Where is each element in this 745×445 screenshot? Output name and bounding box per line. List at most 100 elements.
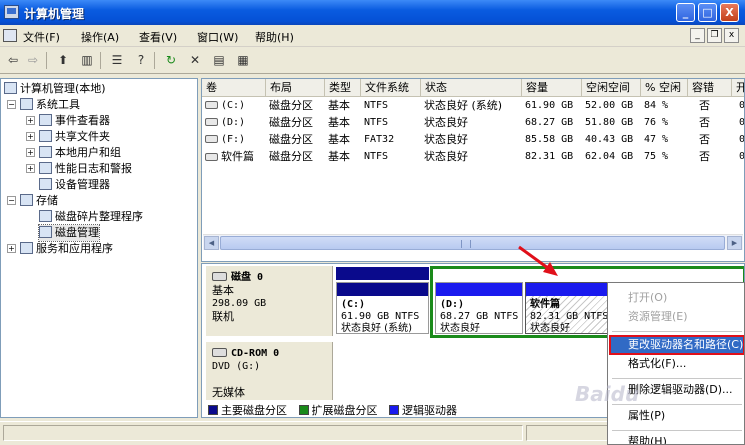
status-pane (3, 425, 523, 441)
toolbar: ⇦ ⇨ ⬆ ▥ ☰ ? ↻ ✕ ▤ ▦ (0, 48, 745, 74)
title-bar[interactable]: 计算机管理 _ □ X (0, 0, 745, 25)
up-folder-icon[interactable]: ⬆ (54, 51, 72, 70)
cell-free: 52.00 GB (585, 100, 634, 111)
menu-item-open[interactable]: 打开(O) (610, 289, 744, 307)
tree-item-system-tools[interactable]: 系统工具 (20, 97, 80, 113)
cell-fault-tolerance: 否 (699, 150, 710, 163)
legend-swatch-primary (208, 405, 218, 415)
collapse-toggle[interactable]: − (7, 100, 16, 109)
menu-action[interactable]: 操作(A) (81, 29, 119, 45)
cell-status: 状态良好 (系统) (424, 99, 503, 112)
expand-toggle[interactable]: + (7, 244, 16, 253)
table-row[interactable]: 软件篇 磁盘分区 基本 NTFS 状态良好 82.31 GB 62.04 GB … (202, 149, 745, 166)
column-header-percent-free[interactable]: % 空闲 (641, 79, 688, 97)
menu-view[interactable]: 查看(V) (139, 29, 177, 45)
child-close-button[interactable]: x (724, 28, 739, 43)
column-header-filesystem[interactable]: 文件系统 (361, 79, 421, 97)
refresh-icon[interactable]: ↻ (162, 51, 180, 70)
table-row[interactable]: (D:) 磁盘分区 基本 NTFS 状态良好 68.27 GB 51.80 GB… (202, 115, 744, 132)
legend-swatch-extended (298, 405, 309, 415)
help-icon[interactable]: ? (132, 51, 150, 70)
cdrom-icon (212, 348, 227, 357)
horizontal-scrollbar[interactable]: ◀ ▶ (203, 234, 743, 250)
tree-item-defrag[interactable]: 磁盘碎片整理程序 (39, 209, 143, 225)
cell-type: 基本 (328, 150, 350, 163)
column-header-layout[interactable]: 布局 (266, 79, 325, 97)
properties-icon[interactable]: ☰ (108, 51, 126, 70)
expand-toggle[interactable]: + (26, 164, 35, 173)
collapse-toggle[interactable]: − (7, 196, 16, 205)
child-restore-button[interactable]: ❐ (707, 28, 722, 43)
forward-arrow-icon[interactable]: ⇨ (24, 51, 42, 70)
partition-d[interactable]: (D:) 68.27 GB NTFS 状态良好 (435, 282, 523, 334)
cell-type: 基本 (328, 116, 350, 129)
column-header-overhead[interactable]: 开 (732, 79, 744, 97)
toolbar-separator (154, 52, 155, 69)
child-minimize-button[interactable]: _ (690, 28, 705, 43)
cell-type: 基本 (328, 133, 350, 146)
column-header-volume[interactable]: 卷 (202, 79, 266, 97)
partition-label: 软件篇 (530, 299, 560, 310)
volume-list-header: 卷 布局 类型 文件系统 状态 容量 空闲空间 % 空闲 容错 开 (202, 79, 744, 97)
volume-icon (205, 118, 218, 126)
tree-item-local-users[interactable]: 本地用户和组 (39, 145, 121, 161)
console-icon[interactable] (3, 29, 17, 42)
export-icon[interactable]: ▦ (234, 51, 252, 70)
scroll-left-icon[interactable]: ◀ (204, 236, 219, 250)
column-header-free[interactable]: 空闲空间 (582, 79, 641, 97)
menu-help[interactable]: 帮助(H) (255, 29, 294, 45)
tree-item-shared-folders[interactable]: 共享文件夹 (39, 129, 110, 145)
partition-status: 状态良好 (530, 323, 570, 334)
cell-layout: 磁盘分区 (269, 133, 313, 146)
scroll-right-icon[interactable]: ▶ (727, 236, 742, 250)
column-header-fault-tolerance[interactable]: 容错 (688, 79, 732, 97)
menu-item-help[interactable]: 帮助(H) (610, 433, 744, 444)
tree-item-storage[interactable]: 存储 (20, 193, 58, 209)
partition-status: 状态良好 (440, 323, 480, 334)
column-header-status[interactable]: 状态 (421, 79, 522, 97)
maximize-button[interactable]: □ (698, 3, 717, 22)
menu-window[interactable]: 窗口(W) (197, 29, 238, 45)
context-menu: 打开(O) 资源管理(E) 更改驱动器名和路径(C)... 格式化(F)... … (607, 282, 745, 445)
expand-toggle[interactable]: + (26, 116, 35, 125)
partition-info: (C:) 61.90 GB NTFS 状态良好 (系统) (341, 299, 419, 333)
minimize-button[interactable]: _ (676, 3, 695, 22)
cell-volume: (C:) (202, 98, 266, 115)
back-arrow-icon[interactable]: ⇦ (4, 51, 22, 70)
tree-item-root[interactable]: 计算机管理(本地) (4, 81, 106, 97)
show-hide-tree-icon[interactable]: ▥ (78, 51, 96, 70)
cell-percent-free: 47 % (644, 134, 669, 145)
scroll-thumb[interactable] (220, 236, 725, 250)
tree-item-device-manager[interactable]: 设备管理器 (39, 177, 110, 193)
tree-item-perf-logs[interactable]: 性能日志和警报 (39, 161, 132, 177)
disk-0-label[interactable]: 磁盘 0 基本 298.09 GB 联机 (206, 266, 333, 336)
menu-item-properties[interactable]: 属性(P) (610, 407, 744, 425)
cell-overhead: 0 (739, 151, 745, 162)
cell-overhead: 0 (739, 100, 745, 111)
menu-item-change-drive-letter[interactable]: 更改驱动器名和路径(C)... (609, 335, 744, 355)
properties-2-icon[interactable]: ▤ (210, 51, 228, 70)
delete-icon[interactable]: ✕ (186, 51, 204, 70)
device-manager-icon (39, 178, 52, 190)
partition-c[interactable]: (C:) 61.90 GB NTFS 状态良好 (系统) (336, 282, 429, 334)
table-row[interactable]: (C:) 磁盘分区 基本 NTFS 状态良好 (系统) 61.90 GB 52.… (202, 98, 745, 115)
cell-layout: 磁盘分区 (269, 150, 313, 163)
close-button[interactable]: X (720, 3, 739, 22)
tree-item-services[interactable]: 服务和应用程序 (20, 241, 113, 257)
partition-software[interactable]: 软件篇 82.31 GB NTFS 状态良好 (525, 282, 618, 334)
column-header-capacity[interactable]: 容量 (522, 79, 582, 97)
menu-item-format[interactable]: 格式化(F)... (610, 355, 744, 373)
menu-separator (612, 430, 742, 431)
column-header-type[interactable]: 类型 (325, 79, 361, 97)
cdrom-0-label[interactable]: CD-ROM 0 DVD (G:) 无媒体 (206, 342, 333, 400)
disk-type: 基本 (212, 284, 234, 297)
table-row[interactable]: (F:) 磁盘分区 基本 FAT32 状态良好 85.58 GB 40.43 G… (202, 132, 744, 149)
tree-item-event-viewer[interactable]: 事件查看器 (39, 113, 110, 129)
menu-item-explore[interactable]: 资源管理(E) (610, 308, 744, 326)
tree-item-disk-management[interactable]: 磁盘管理 (38, 224, 100, 242)
expand-toggle[interactable]: + (26, 132, 35, 141)
expand-toggle[interactable]: + (26, 148, 35, 157)
partition-label: (C:) (341, 299, 366, 310)
menu-file[interactable]: 文件(F) (23, 29, 60, 45)
cell-status: 状态良好 (424, 116, 468, 129)
